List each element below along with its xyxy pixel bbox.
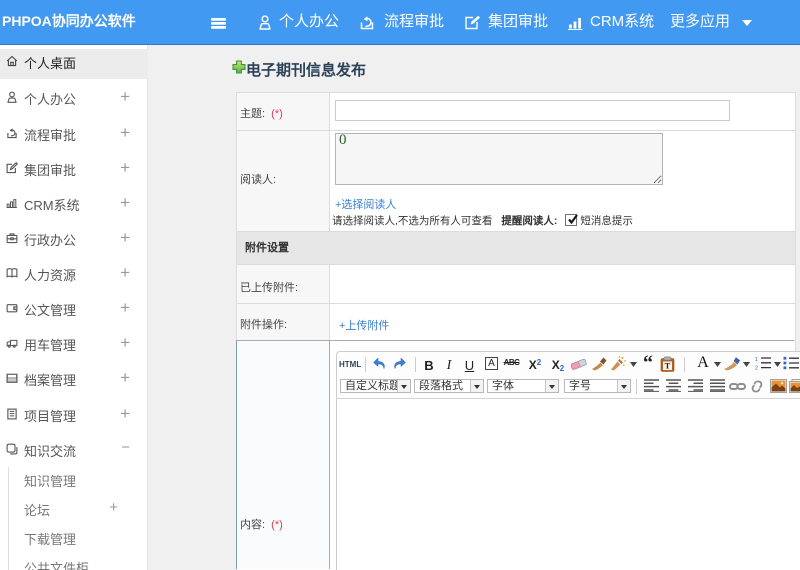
svg-text:1: 1 [755, 357, 758, 363]
svg-text:2: 2 [755, 366, 758, 370]
svg-text:T: T [665, 361, 671, 371]
